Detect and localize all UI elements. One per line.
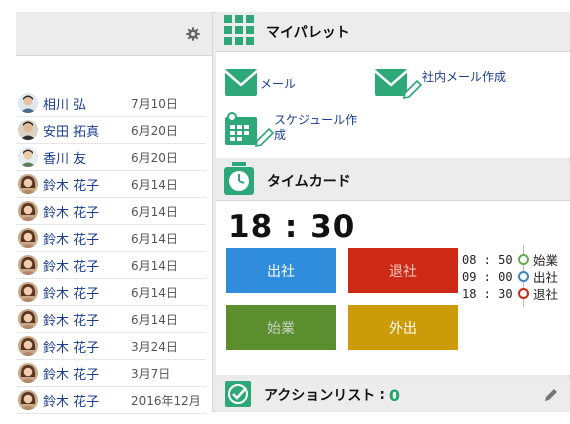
palette-item-label: 社内メール作成 <box>422 70 507 84</box>
row-date: 6月14日 <box>131 312 178 327</box>
row-date: 2016年12月 <box>131 393 201 408</box>
action-list-title: アクションリスト <box>264 388 376 404</box>
list-item: 鈴木 花子 6月14日 <box>16 171 206 198</box>
status-dot-icon <box>518 271 529 282</box>
current-time: 18 : 30 <box>228 209 356 245</box>
user-name-link[interactable]: 鈴木 花子 <box>43 202 131 221</box>
row-date: 6月14日 <box>131 258 178 273</box>
row-date: 6月14日 <box>131 177 178 192</box>
shigyo-button[interactable]: 始業 <box>226 305 336 350</box>
row-date: 6月20日 <box>131 150 178 165</box>
schedule-create-icon <box>224 112 276 151</box>
log-time: 09 : 00 <box>462 269 513 284</box>
time-card-panel: タイムカード 18 : 30 出社 退社 始業 外出 08 : 50 始業 09… <box>216 161 570 375</box>
list-item: 鈴木 花子 3月24日 <box>16 333 206 360</box>
gear-icon[interactable] <box>186 27 200 41</box>
grid-icon <box>224 15 254 48</box>
list-item: 香川 友 6月20日 <box>16 144 206 171</box>
avatar <box>18 282 38 302</box>
avatar <box>18 174 38 194</box>
list-item: 鈴木 花子 6月14日 <box>16 279 206 306</box>
avatar <box>18 147 38 167</box>
action-list-count: 0 <box>388 385 401 405</box>
status-dot-icon <box>518 254 529 265</box>
user-name-link[interactable]: 鈴木 花子 <box>43 256 131 275</box>
palette-item-schedule-create[interactable]: スケジュール作 成 <box>224 112 357 151</box>
user-name-link[interactable]: 鈴木 花子 <box>43 283 131 302</box>
palette-item-mail[interactable]: メール <box>224 67 296 102</box>
avatar <box>18 336 38 356</box>
row-date: 6月20日 <box>131 123 178 138</box>
pencil-icon[interactable] <box>544 388 558 405</box>
left-panel-header <box>16 12 212 56</box>
action-list-header: アクションリスト : 0 <box>216 378 570 412</box>
list-item: 鈴木 花子 6月14日 <box>16 252 206 279</box>
time-log: 08 : 50 始業 09 : 00 出社 18 : 30 退社 <box>462 245 570 307</box>
list-item: 鈴木 花子 6月14日 <box>16 198 206 225</box>
row-date: 6月14日 <box>131 231 178 246</box>
timer-icon <box>223 162 255 199</box>
avatar <box>18 201 38 221</box>
status-dot-icon <box>518 288 529 299</box>
mail-icon <box>224 67 260 102</box>
log-label: 退社 <box>533 287 559 302</box>
recent-users-panel: 相川 弘 7月10日 安田 拓真 6月20日 香川 友 6月20日 鈴木 花子 6月14日 鈴木… <box>16 12 213 414</box>
time-log-row: 09 : 00 出社 <box>462 268 570 286</box>
user-name-link[interactable]: 鈴木 花子 <box>43 364 131 383</box>
my-palette-title: マイパレット <box>266 24 350 41</box>
log-time: 18 : 30 <box>462 286 513 301</box>
user-name-link[interactable]: 鈴木 花子 <box>43 229 131 248</box>
palette-item-label-line2: 成 <box>274 128 287 142</box>
list-item: 鈴木 花子 6月14日 <box>16 225 206 252</box>
avatar <box>18 309 38 329</box>
row-date: 3月24日 <box>131 339 178 354</box>
action-list-panel: アクションリスト : 0 <box>216 378 570 412</box>
row-date: 6月14日 <box>131 204 178 219</box>
palette-item-internal-mail-compose[interactable]: 社内メール作成 <box>374 67 506 104</box>
palette-item-label: スケジュール作 成 <box>274 113 357 143</box>
user-list: 相川 弘 7月10日 安田 拓真 6月20日 香川 友 6月20日 鈴木 花子 6月14日 鈴木… <box>16 90 206 414</box>
user-name-link[interactable]: 安田 拓真 <box>43 121 131 140</box>
my-palette-panel: マイパレット メール 社内メール作成 スケジュール作 成 <box>216 12 570 158</box>
list-item: 相川 弘 7月10日 <box>16 90 206 117</box>
time-log-row: 18 : 30 退社 <box>462 285 570 303</box>
palette-item-label: メール <box>260 77 297 91</box>
avatar <box>18 93 38 113</box>
list-item: 鈴木 花子 3月7日 <box>16 360 206 387</box>
log-time: 08 : 50 <box>462 252 513 267</box>
row-date: 7月10日 <box>131 96 178 111</box>
shussha-button[interactable]: 出社 <box>226 248 336 293</box>
row-date: 6月14日 <box>131 285 178 300</box>
user-name-link[interactable]: 香川 友 <box>43 148 131 167</box>
mail-compose-icon <box>374 67 424 104</box>
avatar <box>18 228 38 248</box>
list-item: 安田 拓真 6月20日 <box>16 117 206 144</box>
avatar <box>18 363 38 383</box>
checkbox-icon <box>224 380 252 411</box>
time-log-row: 08 : 50 始業 <box>462 251 570 269</box>
user-name-link[interactable]: 鈴木 花子 <box>43 391 131 410</box>
row-date: 3月7日 <box>131 366 171 381</box>
palette-item-label-line1: スケジュール作 <box>274 113 358 127</box>
user-name-link[interactable]: 鈴木 花子 <box>43 310 131 329</box>
avatar <box>18 390 38 410</box>
list-item: 鈴木 花子 2016年12月 <box>16 387 206 414</box>
action-list-separator: : <box>379 387 385 403</box>
user-name-link[interactable]: 相川 弘 <box>43 94 131 113</box>
time-card-title: タイムカード <box>267 173 351 190</box>
user-name-link[interactable]: 鈴木 花子 <box>43 337 131 356</box>
list-item: 鈴木 花子 6月14日 <box>16 306 206 333</box>
my-palette-header: マイパレット <box>216 12 570 52</box>
gaishutsu-button[interactable]: 外出 <box>348 305 458 350</box>
avatar <box>18 120 38 140</box>
taisha-button[interactable]: 退社 <box>348 248 458 293</box>
user-name-link[interactable]: 鈴木 花子 <box>43 175 131 194</box>
time-card-header: タイムカード <box>216 161 570 201</box>
avatar <box>18 255 38 275</box>
